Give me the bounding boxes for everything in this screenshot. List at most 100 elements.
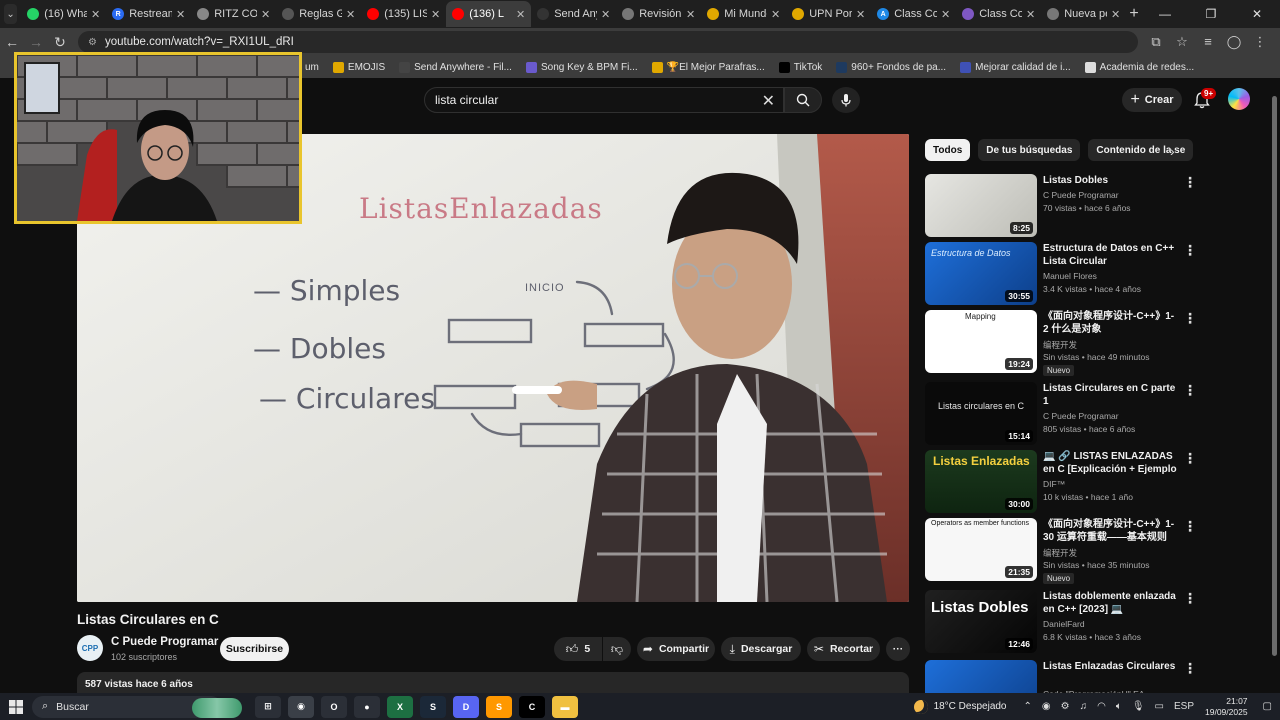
browser-tab[interactable]: Reglas Ge ✕ bbox=[276, 1, 361, 27]
recommended-video[interactable]: Mapping 19:24 《面向对象程序设计-C++》1-2 什么是对象 编程开发 S… bbox=[925, 310, 1197, 376]
browser-tab[interactable]: Class Colle ✕ bbox=[956, 1, 1041, 27]
more-vertical-icon[interactable]: ⋮ bbox=[1183, 174, 1197, 191]
video-thumbnail[interactable]: Estructura de Datos 30:55 bbox=[925, 242, 1037, 305]
new-tab-button[interactable]: + bbox=[1126, 5, 1142, 23]
capcut-app-icon[interactable]: C bbox=[519, 695, 545, 718]
clip-button[interactable]: ✂ Recortar bbox=[807, 637, 880, 661]
video-thumbnail[interactable]: 8:25 bbox=[925, 174, 1037, 237]
recommended-video[interactable]: Estructura de Datos 30:55 Estructura de Da… bbox=[925, 242, 1197, 306]
more-vertical-icon[interactable]: ⋮ bbox=[1183, 242, 1197, 259]
scroll-thumb[interactable] bbox=[1272, 96, 1277, 656]
minimize-button[interactable]: — bbox=[1142, 7, 1188, 21]
url-input[interactable]: ⚙ youtube.com/watch?v=_RXI1UL_dRI bbox=[78, 31, 1138, 53]
close-tab-icon[interactable]: ✕ bbox=[601, 8, 610, 21]
recommended-video-title[interactable]: 💻 🔗 LISTAS ENLAZADAS en C [Explicación +… bbox=[1043, 450, 1179, 476]
recommended-channel-name[interactable]: DIF™ bbox=[1043, 479, 1065, 489]
bookmark-item[interactable]: Mejorar calidad de i... bbox=[960, 61, 1071, 73]
bookmark-star-icon[interactable]: ☆ bbox=[1172, 34, 1192, 50]
recommended-video[interactable]: Listas circulares en C 15:14 Listas Circul… bbox=[925, 382, 1197, 446]
recommended-video[interactable]: Listas Dobles 12:46 Listas doblemente enla… bbox=[925, 590, 1197, 654]
browser-tab[interactable]: Send Anyw ✕ bbox=[531, 1, 616, 27]
excel-app-icon[interactable]: X bbox=[387, 695, 413, 718]
tray-app-icon[interactable]: ⚙ bbox=[1061, 701, 1070, 712]
bookmark-item[interactable]: Song Key & BPM Fi... bbox=[525, 61, 638, 73]
browser-tab[interactable]: Revisión e ✕ bbox=[616, 1, 701, 27]
speaker-icon[interactable]: 🔈︎ bbox=[1116, 701, 1122, 712]
recommended-video-title[interactable]: Listas Dobles bbox=[1043, 174, 1179, 187]
filter-chip[interactable]: De tus búsquedas bbox=[978, 139, 1081, 161]
filter-chip[interactable]: Todos bbox=[925, 139, 971, 161]
weather-widget[interactable]: 18°C Despejado bbox=[913, 699, 1007, 714]
browser-tab[interactable]: Nueva pes ✕ bbox=[1041, 1, 1126, 27]
recommended-channel-name[interactable]: Manuel Flores bbox=[1043, 271, 1097, 281]
start-button[interactable] bbox=[0, 693, 32, 720]
steam-app-icon[interactable]: S bbox=[420, 695, 446, 718]
close-tab-icon[interactable]: ✕ bbox=[1026, 8, 1035, 21]
microphone-icon[interactable]: 🎙︎ bbox=[1132, 701, 1145, 712]
more-vertical-icon[interactable]: ⋮ bbox=[1183, 450, 1197, 467]
chrome-app-icon[interactable]: ◉ bbox=[288, 695, 314, 718]
close-tab-icon[interactable]: ✕ bbox=[346, 8, 355, 21]
video-thumbnail[interactable]: Operators as member functions 21:35 bbox=[925, 518, 1037, 581]
voice-search-button[interactable] bbox=[832, 87, 860, 113]
more-vertical-icon[interactable]: ⋮ bbox=[1183, 518, 1197, 535]
task-view-app-icon[interactable]: ⊞ bbox=[255, 695, 281, 718]
close-tab-icon[interactable]: ✕ bbox=[941, 8, 950, 21]
sublime-app-icon[interactable]: S bbox=[486, 695, 512, 718]
bookmark-item[interactable]: TikTok bbox=[778, 61, 822, 73]
recommended-video[interactable]: 8:25 Listas Dobles C Puede Programar 70 vis… bbox=[925, 174, 1197, 238]
subscribe-button[interactable]: Suscribirse bbox=[220, 637, 289, 661]
search-input[interactable]: lista circular ✕ bbox=[424, 87, 784, 113]
back-button[interactable]: ← bbox=[0, 34, 24, 50]
bookmark-item[interactable]: Academia de redes... bbox=[1084, 61, 1194, 73]
channel-avatar[interactable]: CPP bbox=[77, 635, 103, 661]
recommended-channel-name[interactable]: C Puede Programar bbox=[1043, 190, 1119, 200]
recommended-video[interactable]: Listas Enlazadas 30:00 💻 🔗 LISTAS ENLAZADA… bbox=[925, 450, 1197, 514]
obs-app-icon[interactable]: ● bbox=[354, 695, 380, 718]
close-window-button[interactable]: ✕ bbox=[1234, 7, 1280, 21]
recommended-channel-name[interactable]: DanielFard bbox=[1043, 619, 1085, 629]
close-tab-icon[interactable]: ✕ bbox=[261, 8, 270, 21]
browser-tab[interactable]: UPN Porta ✕ bbox=[786, 1, 871, 27]
tray-app-icon[interactable]: ♫ bbox=[1080, 701, 1088, 712]
search-button[interactable] bbox=[784, 87, 822, 113]
recommended-video-title[interactable]: Listas Circulares en C parte 1 bbox=[1043, 382, 1179, 408]
tab-search-menu[interactable]: ⌄ bbox=[4, 4, 18, 24]
recommended-channel-name[interactable]: 编程开发 bbox=[1043, 339, 1077, 351]
more-actions-button[interactable]: ··· bbox=[886, 637, 910, 661]
more-vertical-icon[interactable]: ⋮ bbox=[1183, 590, 1197, 607]
user-avatar[interactable] bbox=[1228, 88, 1250, 110]
browser-tab[interactable]: RITZ CON ✕ bbox=[191, 1, 276, 27]
clock[interactable]: 21:07 19/09/2025 bbox=[1205, 696, 1248, 718]
close-tab-icon[interactable]: ✕ bbox=[431, 8, 440, 21]
notification-center-icon[interactable]: ▢ bbox=[1263, 701, 1272, 712]
chevron-right-icon[interactable]: › bbox=[1170, 143, 1175, 159]
profile-icon[interactable]: ◯ bbox=[1224, 34, 1244, 50]
recommended-channel-name[interactable]: 编程开发 bbox=[1043, 547, 1077, 559]
browser-tab[interactable]: (135) LISTA ✕ bbox=[361, 1, 446, 27]
tray-overflow-icon[interactable]: ⌃ bbox=[1024, 701, 1032, 712]
browser-tab[interactable]: R Restream ✕ bbox=[106, 1, 191, 27]
forward-button[interactable]: → bbox=[24, 34, 48, 50]
close-tab-icon[interactable]: ✕ bbox=[1111, 8, 1120, 21]
close-tab-icon[interactable]: ✕ bbox=[856, 8, 865, 21]
browser-tab[interactable]: (16) WhatsApp ✕ bbox=[21, 1, 106, 27]
recommended-video-title[interactable]: 《面向对象程序设计-C++》1-2 什么是对象 bbox=[1043, 310, 1179, 336]
bookmark-item[interactable]: EMOJIS bbox=[332, 61, 385, 73]
taskbar-search[interactable]: ⌕ Buscar bbox=[32, 695, 242, 718]
dislike-button[interactable]: 👎︎ bbox=[603, 637, 631, 661]
more-vertical-icon[interactable]: ⋮ bbox=[1183, 660, 1197, 677]
recommended-channel-name[interactable]: C Puede Programar bbox=[1043, 411, 1119, 421]
wifi-icon[interactable]: ◠ bbox=[1097, 701, 1106, 712]
download-button[interactable]: ⤓ Descargar bbox=[721, 637, 801, 661]
media-control-icon[interactable]: ≡ bbox=[1198, 34, 1218, 50]
chrome-menu-icon[interactable]: ⋮ bbox=[1250, 34, 1270, 50]
more-vertical-icon[interactable]: ⋮ bbox=[1183, 382, 1197, 399]
recommended-video-title[interactable]: Listas Enlazadas Circulares bbox=[1043, 660, 1179, 673]
browser-tab[interactable]: A Class Colle ✕ bbox=[871, 1, 956, 27]
install-app-icon[interactable]: ⧉ bbox=[1146, 34, 1166, 50]
share-button[interactable]: ➦ Compartir bbox=[637, 637, 715, 661]
recommended-video-title[interactable]: Estructura de Datos en C++ Lista Circula… bbox=[1043, 242, 1179, 268]
browser-tab[interactable]: (136) L ✕ bbox=[446, 1, 532, 27]
site-info-icon[interactable]: ⚙ bbox=[88, 37, 97, 48]
